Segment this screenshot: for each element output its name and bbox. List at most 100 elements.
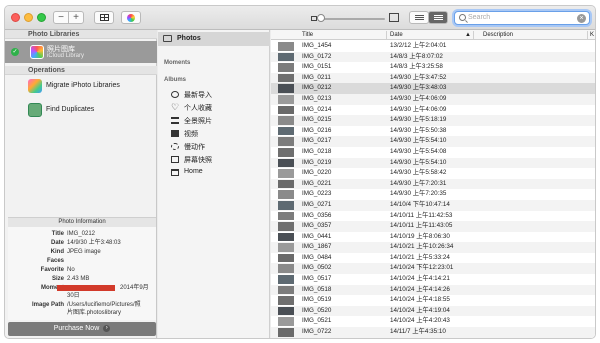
photo-information-header: Photo Information [8,218,156,227]
thumbnail [278,84,294,93]
album-item[interactable]: ♡ 个人收藏 [158,101,270,114]
table-row[interactable]: IMG_0220 14/9/30 上午5:58:42 [271,168,595,179]
album-label: Home [184,168,203,175]
row-date: 14/11/7 上午4:35:10 [390,328,446,336]
table-row[interactable]: IMG_0223 14/9/30 上午7:20:35 [271,189,595,200]
table-row[interactable]: IMG_0217 14/9/30 上午5:54:10 [271,136,595,147]
table-row[interactable]: IMG_0218 14/9/30 上午5:54:08 [271,147,595,158]
column-header-title[interactable]: Title [302,30,313,40]
row-title: IMG_0220 [302,169,332,177]
thumbnail-size-slider[interactable] [320,18,385,20]
row-title: IMG_0212 [302,84,332,92]
row-title: IMG_0215 [302,116,332,124]
grid-view-button[interactable] [94,11,114,24]
column-header-extra[interactable]: K [590,30,594,40]
table-row[interactable]: IMG_0213 14/9/30 上午4:06:09 [271,93,595,105]
album-item[interactable]: 视频 [158,127,270,140]
row-date: 14/9/30 上午5:58:42 [390,169,447,177]
column-header-date[interactable]: Date [390,30,403,40]
table-row[interactable]: IMG_0518 14/10/24 上午4:14:26 [271,284,595,296]
table-row[interactable]: IMG_0215 14/9/30 上午5:18:19 [271,115,595,126]
purchase-now-button[interactable]: Purchase Now › [8,322,156,336]
iphoto-icon [28,79,42,93]
close-window-button[interactable] [11,13,20,22]
operation-label: Migrate iPhoto Libraries [46,82,120,89]
album-item[interactable]: Home [158,166,270,179]
thumbnail [278,243,294,252]
list-view-button[interactable] [409,11,429,24]
album-item[interactable]: 慢动作 [158,140,270,153]
row-date: 14/10/19 上午8:06:30 [390,232,450,240]
table-row[interactable]: IMG_1867 14/10/21 上午10:26:34 [271,242,595,253]
row-title: IMG_0216 [302,126,332,134]
library-item[interactable]: ✓ 照片图库 iCloud Library [5,41,157,63]
table-row[interactable]: IMG_0356 14/10/11 上午11:42:53 [271,211,595,222]
photos-item[interactable]: Photos [158,32,270,46]
sidebar: Photo Libraries ✓ 照片图库 iCloud Library Op… [5,30,157,338]
info-row: Title IMG_0212 [8,230,156,239]
table-row[interactable]: IMG_0211 14/9/30 上午3:47:52 [271,72,595,84]
table-row[interactable]: IMG_0219 14/9/30 上午5:54:10 [271,157,595,169]
thumbnail [278,105,294,115]
table-row[interactable]: IMG_0357 14/10/11 上午11:43:05 [271,221,595,232]
table-row[interactable]: IMG_0484 14/10/21 上午5:33:24 [271,253,595,264]
moments-header[interactable]: Moments [164,60,190,66]
row-date: 14/10/24 上午4:19:04 [390,306,450,314]
row-date: 14/10/24 上午4:18:55 [390,296,450,304]
table-row[interactable]: IMG_0517 14/10/24 上午4:14:21 [271,274,595,285]
detail-view-button[interactable] [428,11,448,24]
table-row[interactable]: IMG_1454 13/2/12 上午2:04:01 [271,41,595,52]
album-item[interactable]: 最新导入 [158,88,270,101]
row-date: 14/9/30 上午3:47:52 [390,73,447,81]
table-row[interactable]: IMG_0520 14/10/24 上午4:19:04 [271,305,595,317]
table-row[interactable]: IMG_0441 14/10/19 上午8:06:30 [271,232,595,243]
album-item[interactable]: 屏幕快照 [158,153,270,166]
table-row[interactable]: IMG_0722 14/11/7 上午4:35:10 [271,327,595,338]
panorama-icon [171,117,179,124]
slow-motion-icon [171,143,179,150]
table-row[interactable]: IMG_0212 14/9/30 上午3:48:03 [271,83,595,94]
table-row[interactable]: IMG_0271 14/10/4 下午10:47:14 [271,199,595,211]
clear-search-button[interactable]: × [577,14,586,23]
sort-ascending-icon: ▲ [465,32,471,38]
row-date: 14/9/30 上午3:48:03 [390,84,447,92]
zoom-in-button[interactable]: + [68,11,84,24]
row-title: IMG_0357 [302,222,332,230]
table-row[interactable]: IMG_0151 14/8/3 上午3:25:58 [271,62,595,73]
slider-knob[interactable] [317,14,325,22]
column-header-description[interactable]: Description [483,30,513,40]
row-date: 14/9/30 上午5:18:19 [390,116,447,124]
table-row[interactable]: IMG_0502 14/10/24 下午12:23:01 [271,263,595,275]
table-row[interactable]: IMG_0221 14/9/30 上午7:20:31 [271,178,595,190]
column-divider [587,31,588,39]
row-date: 14/8/3 上午3:25:58 [390,63,443,71]
zoom-out-button[interactable]: − [53,11,69,24]
color-button[interactable] [121,11,141,24]
table-row[interactable]: IMG_0172 14/8/3 上午8:07:02 [271,51,595,63]
row-title: IMG_0356 [302,211,332,219]
row-title: IMG_0502 [302,264,332,272]
album-item[interactable]: 全景照片 [158,114,270,127]
zoom-window-button[interactable] [37,13,46,22]
table-row[interactable]: IMG_0216 14/9/30 上午5:50:38 [271,126,595,137]
table-row[interactable]: IMG_0519 14/10/24 上午4:18:55 [271,295,595,306]
migrate-iphoto-item[interactable]: Migrate iPhoto Libraries [5,77,157,95]
albums-header: Albums [164,77,187,83]
find-duplicates-item[interactable]: Find Duplicates [5,101,157,119]
table-row[interactable]: IMG_0521 14/10/24 上午4:20:43 [271,316,595,327]
duplicates-icon [28,103,42,117]
thumbnail [278,158,294,168]
row-title: IMG_0221 [302,179,332,187]
search-field[interactable]: Search × [454,11,590,25]
thumbnail [278,253,294,263]
row-title: IMG_0223 [302,190,332,198]
row-title: IMG_0520 [302,306,332,314]
minimize-window-button[interactable] [24,13,33,22]
info-key: Title [51,231,64,237]
row-title: IMG_0517 [302,275,332,283]
table-row[interactable]: IMG_0214 14/9/30 上午4:06:09 [271,105,595,116]
detail-list-icon [434,15,443,20]
row-date: 14/9/30 上午5:54:10 [390,158,447,166]
thumbnail [278,264,294,274]
list-header: Title Date ▲ Description K [271,30,595,40]
